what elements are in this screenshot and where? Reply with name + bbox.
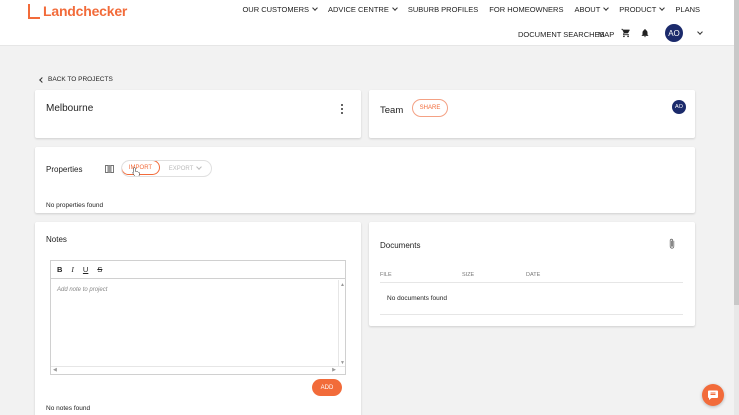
scroll-right-icon[interactable]: ▶: [332, 367, 336, 373]
scroll-up-icon[interactable]: ▲: [340, 282, 345, 288]
scrollbar-thumb[interactable]: [734, 0, 739, 305]
note-editor: B I U S Add note to project ▲ ▼ ◀ ▶: [50, 260, 346, 375]
nav-label: FOR HOMEOWNERS: [489, 5, 564, 14]
editor-vertical-scrollbar[interactable]: ▲ ▼: [338, 280, 345, 367]
editor-toolbar: B I U S: [51, 261, 345, 279]
import-button[interactable]: IMPORT: [122, 161, 160, 176]
import-export-group: IMPORT EXPORT: [121, 160, 212, 177]
logo-text: Landchecker: [43, 3, 128, 19]
properties-title: Properties: [46, 165, 83, 174]
nav-label: PRODUCT: [619, 5, 657, 14]
documents-title: Documents: [380, 241, 421, 250]
logo-mark-icon: [28, 3, 40, 19]
chevron-left-icon: [39, 76, 45, 83]
underline-button[interactable]: U: [83, 265, 88, 274]
column-size: SIZE: [462, 272, 475, 278]
nav-suburb-profiles[interactable]: SUBURB PROFILES: [408, 5, 478, 14]
nav-label: OUR CUSTOMERS: [242, 5, 309, 14]
top-navigation-bar: Landchecker OUR CUSTOMERS ADVICE CENTRE …: [0, 0, 739, 46]
paperclip-icon[interactable]: [668, 238, 676, 250]
properties-empty-text: No properties found: [46, 202, 104, 209]
nav-label: SUBURB PROFILES: [407, 5, 479, 14]
nav-map[interactable]: MAP: [598, 30, 614, 39]
more-vert-icon[interactable]: [341, 104, 344, 114]
bold-button[interactable]: B: [57, 265, 62, 274]
column-file: FILE: [380, 272, 392, 278]
documents-card: Documents FILE SIZE DATE No documents fo…: [369, 222, 695, 326]
chat-button[interactable]: [702, 384, 724, 406]
nav-label: PLANS: [675, 5, 700, 14]
cart-icon[interactable]: [621, 28, 631, 38]
landchecker-logo[interactable]: Landchecker: [28, 3, 127, 19]
team-member-avatar[interactable]: AO: [672, 100, 686, 114]
nav-advice-centre[interactable]: ADVICE CENTRE: [328, 5, 398, 14]
note-textarea[interactable]: Add note to project: [51, 280, 345, 367]
italic-button[interactable]: I: [71, 265, 74, 274]
nav-label: ADVICE CENTRE: [328, 5, 389, 14]
project-name: Melbourne: [46, 103, 94, 114]
pointer-cursor-icon: [132, 167, 140, 176]
primary-nav: OUR CUSTOMERS ADVICE CENTRE SUBURB PROFI…: [242, 5, 700, 14]
page-scrollbar[interactable]: [734, 0, 739, 415]
strikethrough-button[interactable]: S: [97, 265, 102, 274]
nav-about[interactable]: ABOUT: [574, 5, 610, 14]
note-placeholder: Add note to project: [57, 287, 108, 293]
notes-title: Notes: [46, 235, 67, 244]
nav-plans[interactable]: PLANS: [675, 5, 700, 14]
properties-card: Properties IMPORT EXPORT No properties f…: [35, 147, 695, 213]
documents-empty-text: No documents found: [387, 295, 447, 302]
share-button[interactable]: SHARE: [412, 99, 448, 117]
nav-our-customers[interactable]: OUR CUSTOMERS: [242, 5, 318, 14]
notes-empty-text: No notes found: [46, 405, 91, 412]
chat-icon: [708, 390, 718, 400]
chevron-down-icon: [312, 5, 318, 11]
back-link-label: BACK TO PROJECTS: [48, 76, 113, 83]
user-avatar[interactable]: AO: [665, 24, 683, 42]
nav-product[interactable]: PRODUCT: [619, 5, 666, 14]
editor-horizontal-scrollbar[interactable]: ◀ ▶: [51, 366, 345, 374]
user-menu-chevron-icon[interactable]: [697, 29, 703, 35]
bell-icon[interactable]: [640, 28, 650, 38]
team-card: Team SHARE AO: [369, 90, 695, 138]
back-to-projects-link[interactable]: BACK TO PROJECTS: [39, 76, 113, 83]
team-title: Team: [380, 105, 404, 116]
chevron-down-icon: [392, 5, 398, 11]
map-icon[interactable]: [105, 165, 114, 173]
column-date: DATE: [526, 272, 541, 278]
export-label: EXPORT: [168, 165, 194, 172]
chevron-down-icon: [659, 5, 666, 11]
notes-card: Notes B I U S Add note to project ▲ ▼ ◀ …: [35, 222, 361, 415]
documents-table-header: FILE SIZE DATE: [380, 272, 683, 283]
nav-label: ABOUT: [574, 5, 601, 14]
chevron-down-icon: [196, 164, 203, 170]
table-divider: [380, 314, 683, 315]
add-note-button[interactable]: ADD: [312, 379, 342, 396]
nav-for-homeowners[interactable]: FOR HOMEOWNERS: [489, 5, 563, 14]
project-card: Melbourne: [35, 90, 361, 138]
export-button[interactable]: EXPORT: [159, 161, 211, 176]
scroll-left-icon[interactable]: ◀: [53, 367, 57, 373]
chevron-down-icon: [603, 5, 610, 11]
nav-document-searches[interactable]: DOCUMENT SEARCHES: [518, 30, 605, 39]
